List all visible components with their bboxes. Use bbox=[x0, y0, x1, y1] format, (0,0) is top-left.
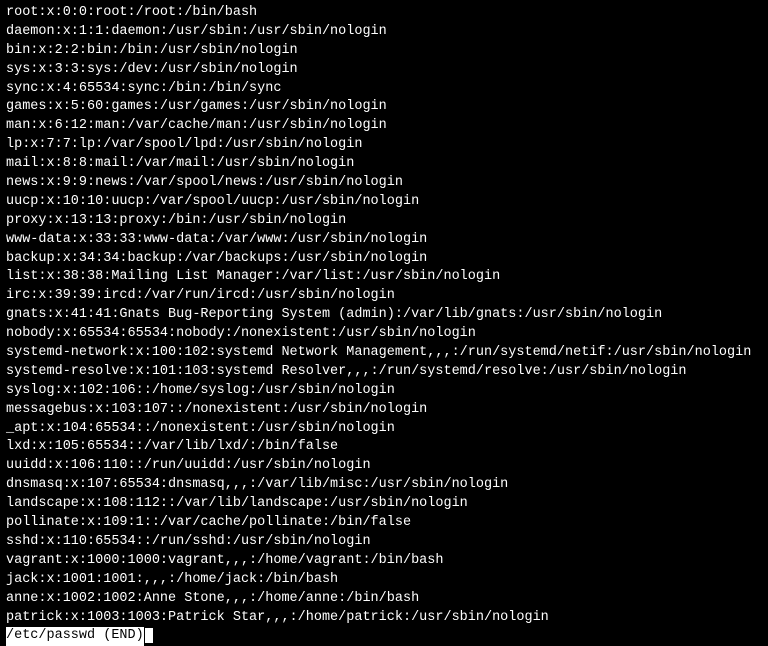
passwd-line: uuidd:x:106:110::/run/uuidd:/usr/sbin/no… bbox=[6, 457, 762, 476]
passwd-line: www-data:x:33:33:www-data:/var/www:/usr/… bbox=[6, 231, 762, 250]
passwd-line: daemon:x:1:1:daemon:/usr/sbin:/usr/sbin/… bbox=[6, 23, 762, 42]
terminal-output[interactable]: root:x:0:0:root:/root:/bin/bashdaemon:x:… bbox=[6, 4, 762, 646]
passwd-line: systemd-network:x:100:102:systemd Networ… bbox=[6, 344, 762, 363]
passwd-line: pollinate:x:109:1::/var/cache/pollinate:… bbox=[6, 514, 762, 533]
passwd-line: games:x:5:60:games:/usr/games:/usr/sbin/… bbox=[6, 98, 762, 117]
passwd-line: vagrant:x:1000:1000:vagrant,,,:/home/vag… bbox=[6, 552, 762, 571]
passwd-line: gnats:x:41:41:Gnats Bug-Reporting System… bbox=[6, 306, 762, 325]
passwd-line: man:x:6:12:man:/var/cache/man:/usr/sbin/… bbox=[6, 117, 762, 136]
passwd-line: lxd:x:105:65534::/var/lib/lxd/:/bin/fals… bbox=[6, 438, 762, 457]
pager-status-row: /etc/passwd (END) bbox=[6, 627, 762, 646]
passwd-line: _apt:x:104:65534::/nonexistent:/usr/sbin… bbox=[6, 420, 762, 439]
cursor bbox=[145, 628, 153, 643]
passwd-line: mail:x:8:8:mail:/var/mail:/usr/sbin/nolo… bbox=[6, 155, 762, 174]
passwd-line: sync:x:4:65534:sync:/bin:/bin/sync bbox=[6, 80, 762, 99]
passwd-line: landscape:x:108:112::/var/lib/landscape:… bbox=[6, 495, 762, 514]
passwd-line: jack:x:1001:1001:,,,:/home/jack:/bin/bas… bbox=[6, 571, 762, 590]
passwd-line: backup:x:34:34:backup:/var/backups:/usr/… bbox=[6, 250, 762, 269]
passwd-line: root:x:0:0:root:/root:/bin/bash bbox=[6, 4, 762, 23]
passwd-line: syslog:x:102:106::/home/syslog:/usr/sbin… bbox=[6, 382, 762, 401]
passwd-line: dnsmasq:x:107:65534:dnsmasq,,,:/var/lib/… bbox=[6, 476, 762, 495]
passwd-line: systemd-resolve:x:101:103:systemd Resolv… bbox=[6, 363, 762, 382]
passwd-line: list:x:38:38:Mailing List Manager:/var/l… bbox=[6, 268, 762, 287]
passwd-line: irc:x:39:39:ircd:/var/run/ircd:/usr/sbin… bbox=[6, 287, 762, 306]
passwd-line: sshd:x:110:65534::/run/sshd:/usr/sbin/no… bbox=[6, 533, 762, 552]
passwd-line: lp:x:7:7:lp:/var/spool/lpd:/usr/sbin/nol… bbox=[6, 136, 762, 155]
passwd-line: nobody:x:65534:65534:nobody:/nonexistent… bbox=[6, 325, 762, 344]
passwd-line: news:x:9:9:news:/var/spool/news:/usr/sbi… bbox=[6, 174, 762, 193]
passwd-line: bin:x:2:2:bin:/bin:/usr/sbin/nologin bbox=[6, 42, 762, 61]
passwd-line: proxy:x:13:13:proxy:/bin:/usr/sbin/nolog… bbox=[6, 212, 762, 231]
passwd-line: uucp:x:10:10:uucp:/var/spool/uucp:/usr/s… bbox=[6, 193, 762, 212]
passwd-line: patrick:x:1003:1003:Patrick Star,,,:/hom… bbox=[6, 609, 762, 628]
passwd-line: anne:x:1002:1002:Anne Stone,,,:/home/ann… bbox=[6, 590, 762, 609]
passwd-line: messagebus:x:103:107::/nonexistent:/usr/… bbox=[6, 401, 762, 420]
passwd-line: sys:x:3:3:sys:/dev:/usr/sbin/nologin bbox=[6, 61, 762, 80]
pager-status: /etc/passwd (END) bbox=[6, 627, 144, 646]
